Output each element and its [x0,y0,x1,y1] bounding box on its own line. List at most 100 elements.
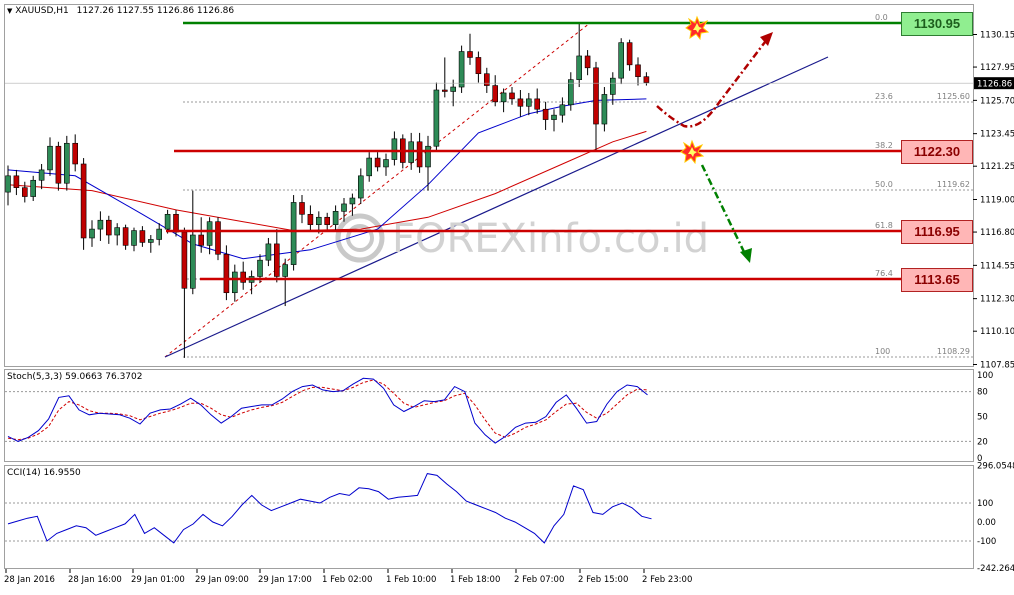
time-axis: 28 Jan 2016 28 Jan 16:00 29 Jan 01:00 29 Ja… [4,569,692,585]
bear-candle [13,175,20,188]
bear-candle [643,76,650,83]
bull-candle [551,114,557,120]
bear-candle [492,85,499,103]
chart-menu-triangle-icon[interactable]: ▼ [7,7,12,15]
bear-candle [584,55,591,69]
bull-candle [349,197,356,205]
bear-candle [240,271,246,283]
time-tick-label: 29 Jan 17:00 [258,575,312,585]
time-tick-label: 28 Jan 2016 [4,575,55,585]
stoch-panel-frame [4,369,974,462]
bull-candle [97,219,104,230]
bull-candle [357,175,364,199]
bear-candle [72,142,78,165]
bear-candle [324,216,331,225]
ohlc-open: 1127.26 [76,6,114,16]
price-tick-label: 1123.45 [980,130,1014,140]
bull-candle [458,51,465,88]
price-tick-label: 1112.30 [980,295,1014,305]
ohlc-high: 1127.55 [116,6,154,16]
bull-candle [30,179,37,197]
time-tick-label: 29 Jan 09:00 [195,575,249,585]
cci-panel-frame [4,465,974,569]
bear-candle [307,213,314,225]
bull-candle [131,230,137,246]
stoch-tick-label: 100 [977,371,993,381]
bear-candle [534,98,541,110]
bull-candle [114,227,120,236]
price-tick-label: 1110.10 [980,327,1014,337]
bull-candle [450,86,457,92]
cci-tick-label: -100 [977,537,996,547]
cci-tick-label: 296.0548 [977,462,1014,472]
bull-candle [5,175,11,193]
bull-candle [232,271,238,294]
bull-candle [500,92,507,103]
bull-candle [89,228,95,239]
bull-candle [315,216,322,225]
bull-candle [156,228,162,240]
time-tick-label: 29 Jan 01:00 [131,575,185,585]
level-box-1130-95: 1130.95 [901,12,973,36]
bear-candle [122,227,129,246]
price-tick-label: 1119.00 [980,196,1014,206]
bull-candle [282,264,289,277]
bear-candle [173,213,179,233]
bull-candle [425,145,431,168]
bull-candle [391,138,398,160]
fib-price-label: 1119.62 [937,180,970,189]
bull-candle [38,169,45,181]
price-tick-label: 1107.85 [980,361,1014,371]
price-tick-label: 1130.15 [980,31,1014,41]
bull-candle [609,77,616,95]
bear-candle [106,219,112,236]
fib-ratio-label: 61.8 [875,221,893,230]
bear-candle [475,57,482,75]
bear-candle [55,145,62,184]
fib-ratio-label: 100 [875,347,890,356]
time-tick-label: 2 Feb 07:00 [514,575,564,585]
bull-candle [618,42,625,79]
fib-ratio-label: 0.0 [875,13,888,22]
bear-candle [198,234,204,246]
time-tick-label: 2 Feb 23:00 [642,575,692,585]
bull-candle [148,239,154,243]
cci-label: CCI(14) 16.9550 [7,468,81,478]
main-panel-frame [4,4,974,367]
stoch-tick-label: 50 [977,413,988,423]
time-tick-label: 1 Feb 18:00 [450,575,500,585]
bull-candle [332,211,339,225]
bull-candle [576,55,583,80]
bear-candle [80,163,87,239]
stoch-label: Stoch(5,3,3) 59.0663 76.3702 [7,372,143,382]
price-tick-label: 1125.70 [980,96,1014,106]
time-tick-label: 28 Jan 16:00 [68,575,122,585]
bear-candle [542,108,549,120]
level-box-1116-95: 1116.95 [901,220,973,244]
bear-candle [626,42,633,66]
price-tick-label: 1121.25 [980,162,1014,172]
bear-candle [374,157,381,168]
fib-price-label: 1108.29 [937,347,970,356]
bear-candle [517,98,524,107]
fib-ratio-label: 76.4 [875,269,893,278]
time-tick-label: 2 Feb 15:00 [578,575,628,585]
fib-ratio-label: 23.6 [875,92,893,101]
bear-candle [509,92,515,100]
stoch-tick-label: 20 [977,437,988,447]
ohlc-low: 1126.86 [156,6,195,16]
bull-candle [265,243,272,261]
cci-tick-label: 100 [977,499,993,509]
fib-ratio-label: 38.2 [875,141,893,150]
bull-candle [257,259,263,277]
bear-candle [181,231,188,289]
bear-candle [215,221,221,255]
bull-candle [525,98,532,107]
chart-header: ▼ XAUUSD,H1 1127.26 1127.55 1126.86 1126… [7,6,234,16]
bull-candle [290,202,297,265]
level-box-1122-30: 1122.30 [901,140,973,164]
price-tick-label: 1116.80 [980,228,1014,238]
cci-tick-label: -242.2641 [977,564,1014,574]
bear-candle [467,51,473,58]
current-price-label: 1126.86 [977,80,1012,90]
